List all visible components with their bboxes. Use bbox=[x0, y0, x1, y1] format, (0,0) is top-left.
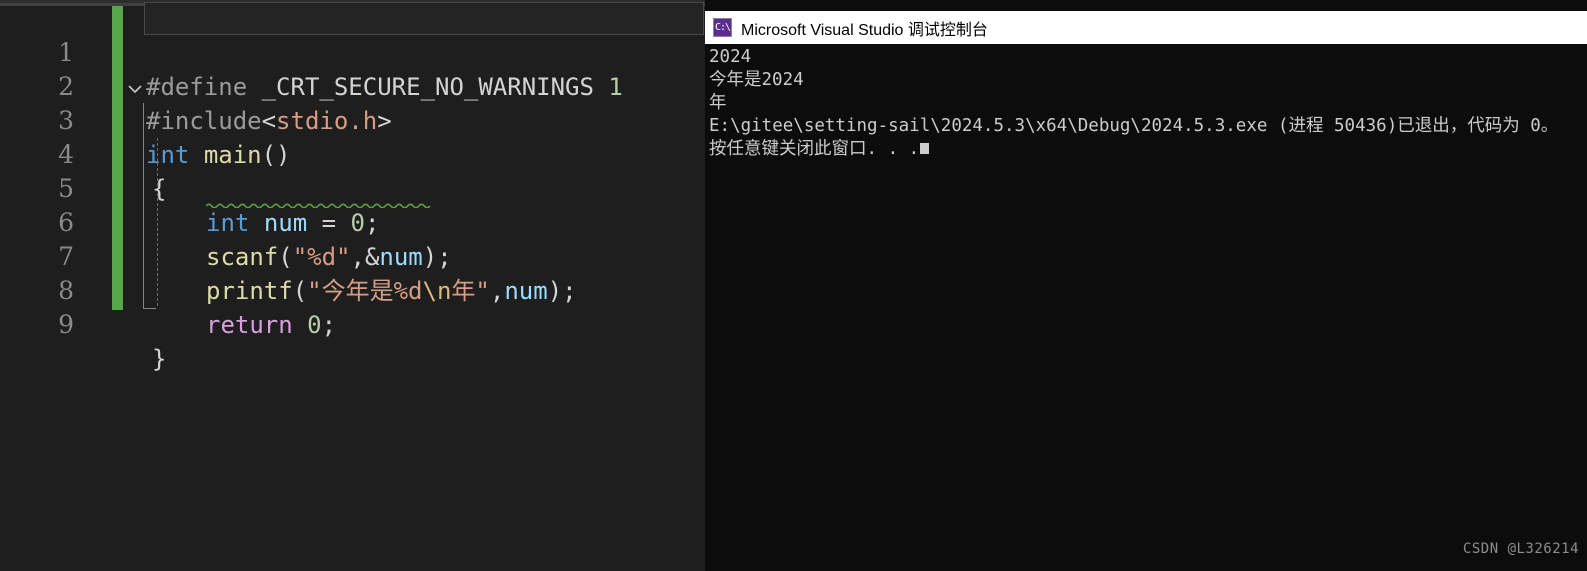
console-output-line: 今年是2024 bbox=[709, 70, 804, 90]
console-output-area[interactable]: 2024 今年是2024 年 E:\gitee\setting-sail\202… bbox=[705, 44, 1587, 571]
console-output-line: E:\gitee\setting-sail\2024.5.3\x64\Debug… bbox=[709, 116, 1559, 136]
code-line[interactable]: 7 printf("今年是%d\n年",num); bbox=[0, 206, 705, 305]
code-line[interactable]: 9 } bbox=[0, 274, 705, 373]
code-line[interactable]: 5 int num = 0; bbox=[0, 138, 705, 237]
console-icon-label: C:\ bbox=[714, 21, 731, 33]
code-line[interactable]: 4 { bbox=[0, 104, 705, 203]
screenshot-root: 1 #define _CRT_SECURE_NO_WARNINGS 1 2 #i… bbox=[0, 0, 1587, 571]
console-output-line-with-cursor: 按任意键关闭此窗口. . . bbox=[709, 138, 1587, 161]
console-app-icon: C:\ bbox=[713, 18, 732, 37]
code-editor-pane[interactable]: 1 #define _CRT_SECURE_NO_WARNINGS 1 2 #i… bbox=[0, 0, 705, 571]
line-number: 9 bbox=[58, 310, 74, 339]
token-keyword-return: return bbox=[206, 311, 293, 339]
token-number: 0 bbox=[307, 311, 322, 339]
debug-console-window[interactable]: C:\ Microsoft Visual Studio 调试控制台 2024 今… bbox=[705, 0, 1587, 571]
code-line[interactable]: 2 #include<stdio.h> bbox=[0, 36, 705, 135]
code-line[interactable]: 6 scanf("%d",&num); bbox=[0, 172, 705, 271]
watermark-text: CSDN @L326214 bbox=[1462, 541, 1579, 557]
console-output-line: 2024 bbox=[709, 47, 752, 67]
console-prompt-text: 按任意键关闭此窗口. . . bbox=[709, 139, 920, 159]
code-line[interactable]: 8 return 0; bbox=[0, 240, 705, 339]
console-cursor bbox=[920, 143, 930, 154]
token-semicolon: ; bbox=[321, 311, 337, 339]
console-title-text: Microsoft Visual Studio 调试控制台 bbox=[741, 21, 988, 39]
console-output-line: 年 bbox=[709, 93, 727, 113]
console-title-bar[interactable]: C:\ Microsoft Visual Studio 调试控制台 bbox=[705, 11, 1587, 44]
code-line-content: } bbox=[152, 342, 166, 376]
code-line[interactable]: 3 int main() bbox=[0, 70, 705, 169]
code-line[interactable]: 1 #define _CRT_SECURE_NO_WARNINGS 1 bbox=[0, 2, 705, 101]
token-brace-close: } bbox=[152, 345, 167, 373]
code-line-content: return 0; bbox=[206, 308, 336, 342]
